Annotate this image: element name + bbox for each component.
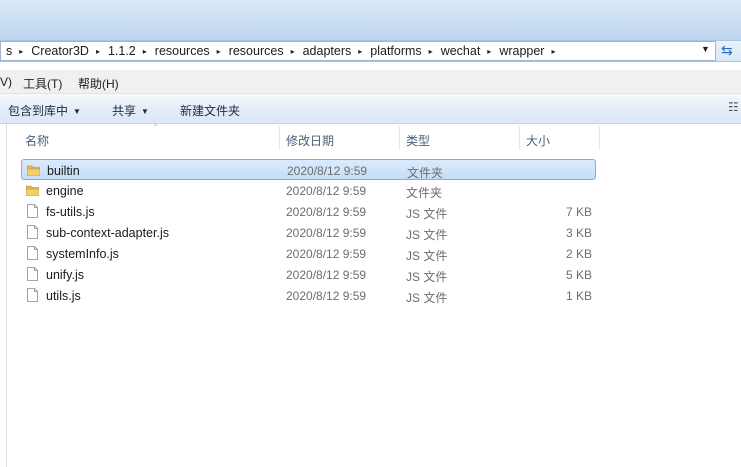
file-icon xyxy=(27,204,38,218)
file-row[interactable]: builtin 2020/8/12 9:59 文件夹 xyxy=(21,159,596,180)
file-name: systemInfo.js xyxy=(46,247,119,261)
file-name: engine xyxy=(46,184,84,198)
file-type: 文件夹 xyxy=(407,166,444,180)
breadcrumb-item[interactable]: platforms xyxy=(365,44,425,58)
window-titlebar xyxy=(0,0,741,40)
chevron-down-icon: ▼ xyxy=(141,107,149,116)
new-folder-button[interactable]: 新建文件夹 xyxy=(180,102,240,119)
column-name[interactable]: 名称 xyxy=(25,132,49,149)
menu-tools[interactable]: 工具(T) xyxy=(23,75,62,92)
breadcrumb-item[interactable]: resources xyxy=(224,44,288,58)
file-size: 3 KB xyxy=(565,226,592,240)
file-name: unify.js xyxy=(46,268,84,282)
file-row[interactable]: unify.js 2020/8/12 9:59 JS 文件 5 KB xyxy=(21,264,596,285)
column-divider[interactable] xyxy=(279,126,280,150)
file-type: JS 文件 xyxy=(406,207,448,221)
command-toolbar: 包含到库中 ▼ 共享 ▼ 新建文件夹 ☷ xyxy=(0,94,741,124)
breadcrumb-separator-icon[interactable]: ▸ xyxy=(140,47,150,56)
folder-icon xyxy=(27,165,40,176)
file-type: JS 文件 xyxy=(406,291,448,305)
file-date: 2020/8/12 9:59 xyxy=(286,247,367,261)
file-date: 2020/8/12 9:59 xyxy=(286,289,367,303)
column-divider[interactable] xyxy=(399,126,400,150)
menu-bar: V) 工具(T) 帮助(H) xyxy=(0,70,741,94)
navigation-pane[interactable] xyxy=(0,124,7,467)
breadcrumb[interactable]: s ▸ Creator3D ▸ 1.1.2 ▸ resources ▸ resources ▸ ad… xyxy=(0,41,716,61)
file-name: utils.js xyxy=(46,289,81,303)
column-divider[interactable] xyxy=(599,126,600,150)
file-size: 1 KB xyxy=(565,289,592,303)
file-name: fs-utils.js xyxy=(46,205,95,219)
column-header: 名称 ^ 修改日期 类型 大小 xyxy=(8,124,741,153)
file-date: 2020/8/12 9:59 xyxy=(286,268,367,282)
file-row[interactable]: utils.js 2020/8/12 9:59 JS 文件 1 KB xyxy=(21,285,596,306)
breadcrumb-item[interactable]: Creator3D xyxy=(26,44,93,58)
file-type: 文件夹 xyxy=(406,186,443,200)
address-bar: s ▸ Creator3D ▸ 1.1.2 ▸ resources ▸ resources ▸ ad… xyxy=(0,40,741,62)
share-label: 共享 xyxy=(112,104,137,118)
file-date: 2020/8/12 9:59 xyxy=(287,164,368,178)
refresh-icon[interactable]: ⇆ xyxy=(721,42,733,59)
breadcrumb-item[interactable]: wechat xyxy=(436,44,485,58)
include-in-library-button[interactable]: 包含到库中 ▼ xyxy=(8,102,81,119)
breadcrumb-item[interactable]: resources xyxy=(150,44,214,58)
column-type[interactable]: 类型 xyxy=(406,132,430,149)
chevron-down-icon: ▼ xyxy=(73,107,81,116)
menu-help[interactable]: 帮助(H) xyxy=(78,75,119,92)
file-size: 2 KB xyxy=(565,247,592,261)
column-size[interactable]: 大小 xyxy=(526,132,550,149)
breadcrumb-item[interactable]: 1.1.2 xyxy=(103,44,140,58)
file-size: 7 KB xyxy=(565,205,592,219)
sort-ascending-icon: ^ xyxy=(154,124,158,131)
file-date: 2020/8/12 9:59 xyxy=(286,226,367,240)
folder-icon xyxy=(26,185,39,196)
file-date: 2020/8/12 9:59 xyxy=(286,205,367,219)
view-options-icon[interactable]: ☷ xyxy=(728,100,739,114)
file-row[interactable]: sub-context-adapter.js 2020/8/12 9:59 JS 文… xyxy=(21,222,596,243)
file-icon xyxy=(27,267,38,281)
breadcrumb-separator-icon[interactable]: ▸ xyxy=(484,47,494,56)
file-row[interactable]: fs-utils.js 2020/8/12 9:59 JS 文件 7 KB xyxy=(21,201,596,222)
file-name: sub-context-adapter.js xyxy=(46,226,169,240)
file-icon xyxy=(27,288,38,302)
breadcrumb-separator-icon[interactable]: ▸ xyxy=(355,47,365,56)
file-icon xyxy=(27,246,38,260)
breadcrumb-item[interactable]: wrapper xyxy=(494,44,548,58)
column-divider[interactable] xyxy=(519,126,520,150)
file-name: builtin xyxy=(47,164,80,178)
breadcrumb-list: s ▸ Creator3D ▸ 1.1.2 ▸ resources ▸ resources ▸ ad… xyxy=(1,42,559,60)
menu-view-partial[interactable]: V) xyxy=(0,75,12,89)
file-row[interactable]: systemInfo.js 2020/8/12 9:59 JS 文件 2 KB xyxy=(21,243,596,264)
address-dropdown-icon[interactable]: ▼ xyxy=(701,44,710,54)
breadcrumb-item[interactable]: adapters xyxy=(298,44,356,58)
file-size: 5 KB xyxy=(565,268,592,282)
share-button[interactable]: 共享 ▼ xyxy=(112,102,149,119)
breadcrumb-separator-icon[interactable]: ▸ xyxy=(16,47,26,56)
breadcrumb-separator-icon[interactable]: ▸ xyxy=(93,47,103,56)
file-date: 2020/8/12 9:59 xyxy=(286,184,367,198)
column-modified[interactable]: 修改日期 xyxy=(286,132,334,149)
file-type: JS 文件 xyxy=(406,249,448,263)
include-in-library-label: 包含到库中 xyxy=(8,104,69,118)
file-type: JS 文件 xyxy=(406,228,448,242)
breadcrumb-item[interactable]: s xyxy=(1,44,16,58)
breadcrumb-separator-icon[interactable]: ▸ xyxy=(426,47,436,56)
file-icon xyxy=(27,225,38,239)
file-type: JS 文件 xyxy=(406,270,448,284)
file-row[interactable]: engine 2020/8/12 9:59 文件夹 xyxy=(21,180,596,201)
breadcrumb-separator-icon[interactable]: ▸ xyxy=(214,47,224,56)
breadcrumb-separator-icon[interactable]: ▸ xyxy=(548,47,558,56)
breadcrumb-separator-icon[interactable]: ▸ xyxy=(288,47,298,56)
